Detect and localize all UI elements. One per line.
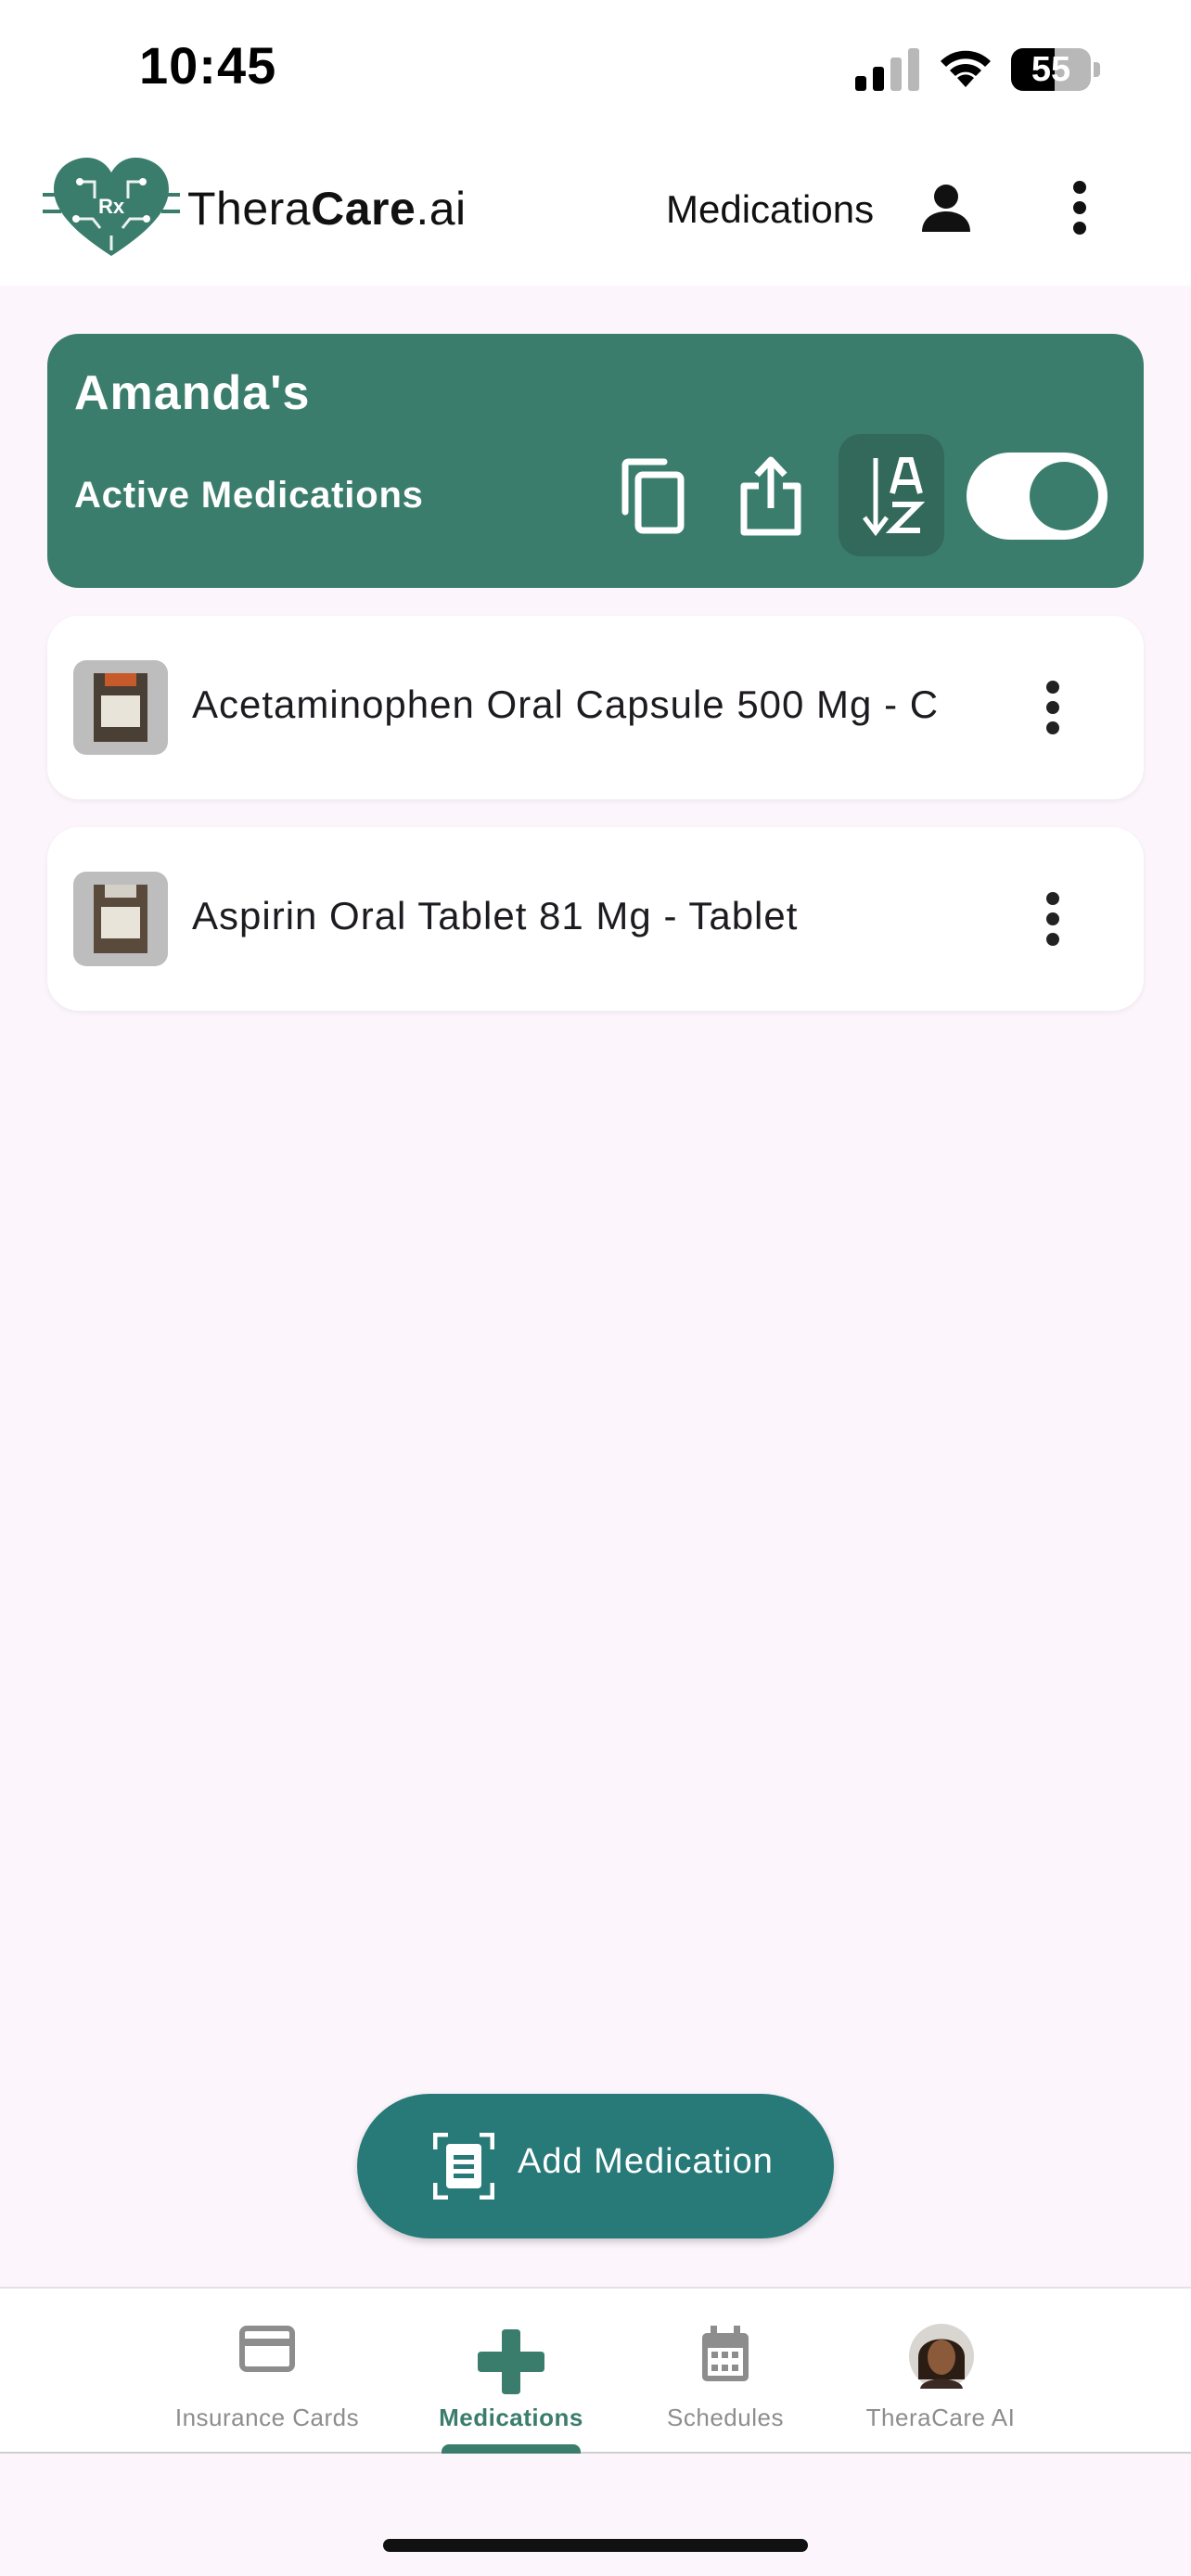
owner-name: Amanda's [74, 366, 311, 420]
medication-photo [73, 872, 168, 966]
bottom-navigation: Insurance Cards Medications Schedules Th… [0, 2287, 1191, 2454]
nav-label: Insurance Cards [174, 2404, 360, 2431]
avatar [909, 2324, 974, 2389]
more-vert-icon[interactable] [1057, 178, 1102, 237]
nav-label: Medications [439, 2404, 583, 2431]
copy-icon[interactable] [616, 458, 688, 534]
list-subtitle: Active Medications [74, 475, 424, 516]
medication-name: Aspirin Oral Tablet 81 Mg - Tablet [192, 894, 799, 937]
share-icon[interactable] [738, 454, 803, 536]
nav-label: TheraCare AI [865, 2404, 1016, 2431]
nav-insurance-cards[interactable]: Insurance Cards [167, 2289, 367, 2452]
sort-a-z-icon [863, 457, 926, 537]
medication-card[interactable]: Aspirin Oral Tablet 81 Mg - Tablet [47, 827, 1144, 1011]
cellular-signal-icon [855, 48, 919, 91]
calendar-icon [702, 2326, 749, 2381]
person-icon[interactable] [916, 178, 976, 237]
more-vert-icon[interactable] [1031, 888, 1075, 950]
scan-document-icon [433, 2133, 494, 2200]
add-medication-label: Add Medication [518, 2142, 774, 2181]
home-indicator [383, 2539, 808, 2552]
nav-theracare-ai[interactable]: TheraCare AI [848, 2289, 1033, 2452]
nav-medications[interactable]: Medications [420, 2289, 602, 2452]
medication-photo [73, 660, 168, 755]
add-medication-button[interactable]: Add Medication [357, 2094, 834, 2238]
theracare-logo: Rx [43, 158, 180, 256]
active-filter-toggle[interactable] [967, 453, 1108, 540]
svg-text:Rx: Rx [98, 195, 125, 218]
page-title: Medications [666, 187, 875, 231]
more-vert-icon[interactable] [1031, 677, 1075, 738]
medication-card[interactable]: Acetaminophen Oral Capsule 500 Mg - C [47, 616, 1144, 799]
active-tab-indicator [442, 2444, 581, 2454]
status-time: 10:45 [139, 36, 277, 95]
battery-level: 55 [1031, 50, 1071, 89]
nav-schedules[interactable]: Schedules [646, 2289, 805, 2452]
battery-icon: 55 [1011, 48, 1102, 91]
nav-label: Schedules [667, 2404, 784, 2431]
wifi-icon [941, 50, 991, 87]
toggle-knob [1030, 462, 1098, 530]
sort-a-z-button[interactable] [839, 434, 944, 556]
credit-card-icon [239, 2326, 295, 2372]
medication-name: Acetaminophen Oral Capsule 500 Mg - C [192, 682, 940, 726]
brand-name: TheraCare.ai [187, 183, 467, 235]
medical-cross-icon [478, 2329, 544, 2394]
